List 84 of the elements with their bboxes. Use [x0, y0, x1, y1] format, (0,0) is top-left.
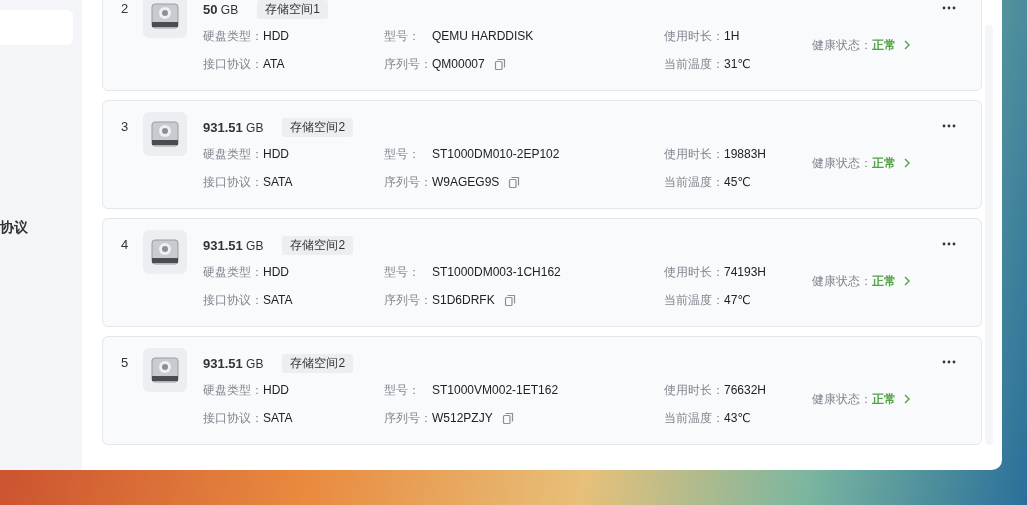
field-value: HDD	[263, 265, 289, 279]
field-label: 序列号：	[384, 55, 432, 73]
field-value: SATA	[263, 293, 293, 307]
copy-icon[interactable]	[508, 175, 521, 189]
field-value: 43℃	[724, 411, 751, 425]
copy-icon[interactable]	[493, 57, 506, 71]
more-icon[interactable]	[942, 360, 956, 364]
storage-pool-tag: 存储空间2	[282, 117, 354, 137]
health-label: 健康状态：	[812, 36, 872, 54]
field-label: 当前温度：	[664, 291, 724, 309]
disk-size: 931.51 GB	[203, 237, 264, 253]
field-label: 硬盘类型：	[203, 27, 263, 45]
field-label: 接口协议：	[203, 291, 263, 309]
chevron-right-icon[interactable]	[904, 158, 910, 168]
field-value: QM00007	[432, 57, 485, 71]
field-label: 当前温度：	[664, 55, 724, 73]
more-icon[interactable]	[942, 242, 956, 246]
field-value: SATA	[263, 175, 293, 189]
field-label: 型号：	[384, 27, 421, 45]
health-label: 健康状态：	[812, 272, 872, 290]
field-label: 序列号：	[384, 291, 432, 309]
health-status[interactable]: 正常	[872, 154, 896, 172]
disk-index: 3	[121, 119, 130, 135]
field-label: 当前温度：	[664, 173, 724, 191]
chevron-right-icon[interactable]	[904, 394, 910, 404]
storage-pool-tag: 存储空间1	[257, 0, 328, 19]
health-status[interactable]: 正常	[872, 390, 896, 408]
field-value: 1H	[724, 29, 740, 43]
field-value: ST1000VM002-1ET162	[432, 383, 559, 397]
field-value: SATA	[263, 411, 293, 425]
field-label: 序列号：	[384, 173, 432, 191]
field-value: ATA	[263, 57, 285, 71]
disk-index: 4	[121, 237, 130, 253]
field-label: 当前温度：	[664, 409, 724, 427]
field-value: 19883H	[724, 147, 767, 161]
storage-pool-tag: 存储空间2	[282, 235, 354, 255]
field-label: 使用时长：	[664, 263, 724, 281]
field-label: 接口协议：	[203, 55, 263, 73]
field-value: HDD	[263, 147, 289, 161]
sidebar-item[interactable]: 协议	[0, 219, 28, 237]
field-value: W9AGEG9S	[432, 175, 500, 189]
field-label: 型号：	[384, 145, 421, 163]
storage-pool-tag: 存储空间2	[282, 353, 354, 373]
field-label: 硬盘类型：	[203, 381, 263, 399]
hard-drive-icon	[143, 230, 187, 274]
field-value: 45℃	[724, 175, 751, 189]
field-value: 31℃	[724, 57, 751, 71]
health-status[interactable]: 正常	[872, 36, 896, 54]
field-value: QEMU HARDDISK	[432, 29, 534, 43]
field-label: 硬盘类型：	[203, 263, 263, 281]
disk-size: 50 GB	[203, 1, 239, 17]
field-label: 接口协议：	[203, 173, 263, 191]
field-value: ST1000DM010-2EP102	[432, 147, 560, 161]
chevron-right-icon[interactable]	[904, 40, 910, 50]
hard-drive-icon	[143, 348, 187, 392]
copy-icon[interactable]	[501, 411, 514, 425]
more-icon[interactable]	[942, 6, 956, 10]
field-label: 型号：	[384, 381, 421, 399]
more-icon[interactable]	[942, 124, 956, 128]
chevron-right-icon[interactable]	[904, 276, 910, 286]
field-label: 使用时长：	[664, 145, 724, 163]
field-label: 硬盘类型：	[203, 145, 263, 163]
field-label: 型号：	[384, 263, 421, 281]
field-label: 使用时长：	[664, 381, 724, 399]
health-status[interactable]: 正常	[872, 272, 896, 290]
field-value: HDD	[263, 29, 289, 43]
hard-drive-icon	[143, 112, 187, 156]
field-value: 74193H	[724, 265, 767, 279]
disk-size: 931.51 GB	[203, 119, 264, 135]
field-value: ST1000DM003-1CH162	[432, 265, 561, 279]
health-label: 健康状态：	[812, 390, 872, 408]
copy-icon[interactable]	[503, 293, 516, 307]
field-value: HDD	[263, 383, 289, 397]
field-value: S1D6DRFK	[432, 293, 495, 307]
field-value: 47℃	[724, 293, 751, 307]
disk-size: 931.51 GB	[203, 355, 264, 371]
health-label: 健康状态：	[812, 154, 872, 172]
field-label: 使用时长：	[664, 27, 724, 45]
field-value: W512PZJY	[432, 411, 493, 425]
field-label: 序列号：	[384, 409, 432, 427]
disk-index: 2	[121, 1, 130, 17]
field-value: 76632H	[724, 383, 767, 397]
field-label: 接口协议：	[203, 409, 263, 427]
disk-index: 5	[121, 355, 130, 371]
